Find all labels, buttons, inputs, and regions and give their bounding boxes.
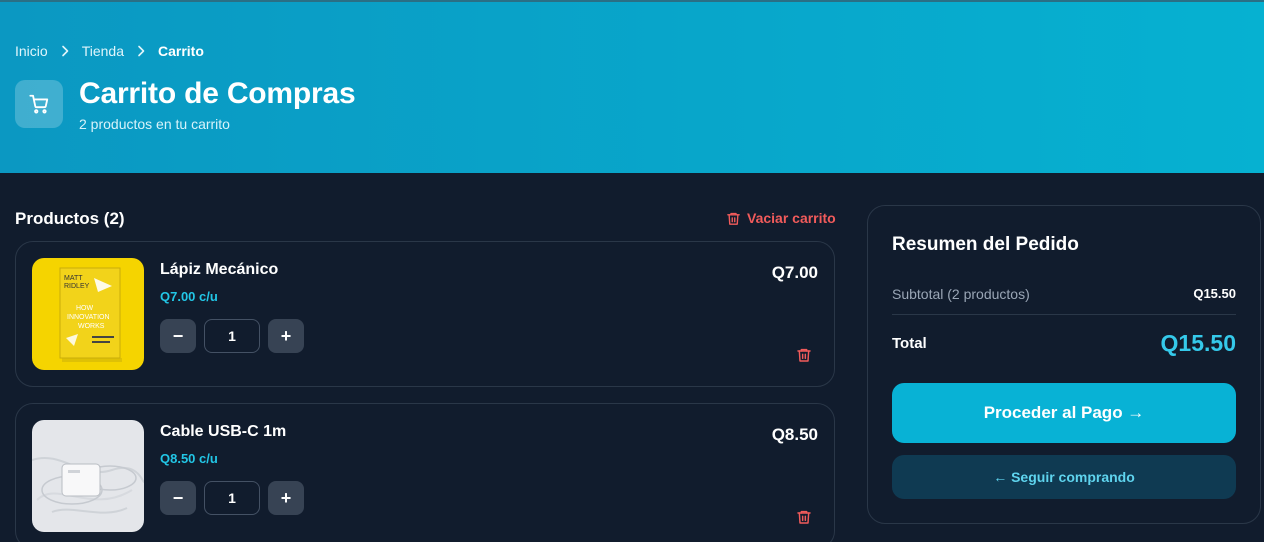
subtotal-value: Q15.50 [1193,286,1236,301]
increase-quantity-button[interactable]: + [268,319,304,353]
header-top-border [0,0,1264,2]
trash-icon [727,212,740,225]
checkout-button[interactable]: Proceder al Pago → [892,383,1236,443]
shopping-cart-icon [29,94,49,114]
summary-divider [892,314,1236,315]
increase-quantity-button[interactable]: + [268,481,304,515]
decrease-quantity-button[interactable]: − [160,319,196,353]
product-total-price: Q7.00 [771,263,818,282]
product-name: Lápiz Mecánico [160,261,279,278]
quantity-stepper: − + [160,481,304,515]
continue-shopping-button[interactable]: ← Seguir comprando [892,455,1236,499]
breadcrumb: Inicio Tienda Carrito [15,43,204,59]
remove-item-button[interactable] [796,508,812,531]
page-title: Carrito de Compras [79,77,356,110]
book-title-2: INNOVATION [67,314,110,321]
page-header: Inicio Tienda Carrito Carrito de Compras… [0,0,1264,173]
product-image: MATT RIDLEY HOW INNOVATION WORKS [32,258,144,370]
order-summary: Resumen del Pedido Subtotal (2 productos… [867,205,1261,524]
product-name: Cable USB-C 1m [160,423,287,440]
total-label: Total [892,335,927,352]
summary-title: Resumen del Pedido [892,234,1079,255]
cart-item: Cable USB-C 1m Q8.50 c/u − + Q8.50 [15,403,835,542]
product-unit-price: Q7.00 c/u [160,289,218,304]
breadcrumb-home-link[interactable]: Inicio [15,43,48,59]
chevron-right-icon [136,45,146,57]
trash-icon [797,510,811,524]
cart-item: MATT RIDLEY HOW INNOVATION WORKS Lápiz M… [15,241,835,387]
book-title-3: WORKS [78,323,105,330]
quantity-input[interactable] [204,319,260,353]
book-author-last: RIDLEY [64,283,90,290]
quantity-input[interactable] [204,481,260,515]
remove-item-button[interactable] [796,346,812,369]
product-unit-price: Q8.50 c/u [160,451,218,466]
quantity-stepper: − + [160,319,304,353]
products-heading: Productos (2) [15,209,125,228]
cart-badge [15,80,63,128]
product-total-price: Q8.50 [771,425,818,444]
trash-icon [797,348,811,362]
product-image [32,420,144,532]
clear-cart-label: Vaciar carrito [747,210,836,226]
decrease-quantity-button[interactable]: − [160,481,196,515]
breadcrumb-store-link[interactable]: Tienda [82,43,124,59]
breadcrumb-current: Carrito [157,43,204,59]
clear-cart-button[interactable]: Vaciar carrito [726,210,836,226]
page-subtitle: 2 productos en tu carrito [79,116,230,132]
total-value: Q15.50 [1160,330,1236,356]
subtotal-label: Subtotal (2 productos) [892,286,1030,302]
book-title-1: HOW [76,305,94,312]
chevron-right-icon [60,45,70,57]
book-author-first: MATT [64,275,83,282]
